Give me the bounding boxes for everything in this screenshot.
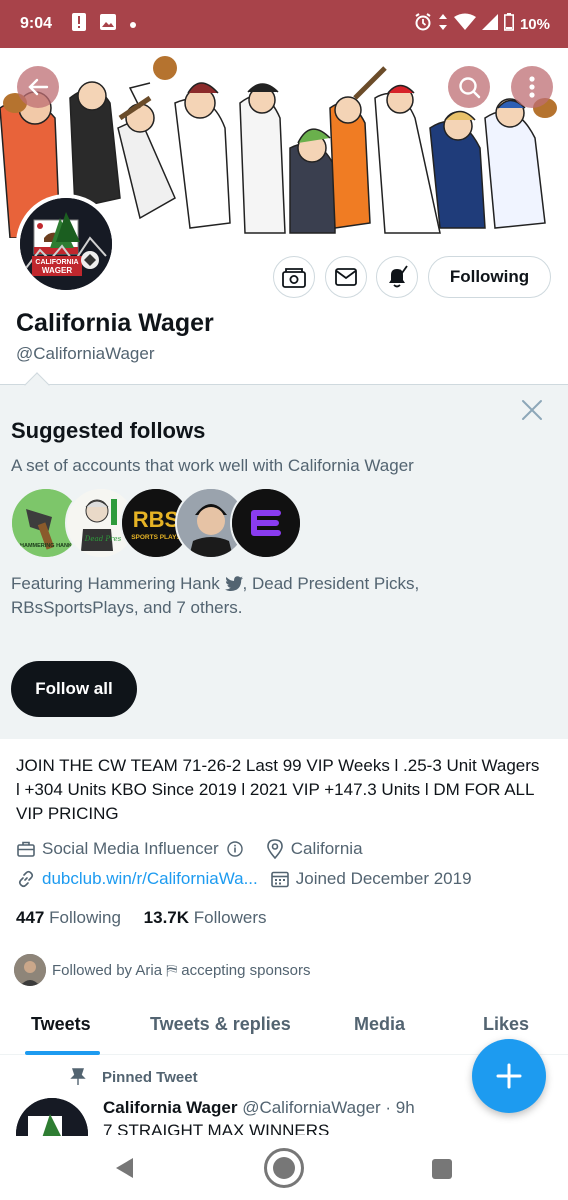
followed-by-text: Followed by Aria ⛿ accepting sponsors [52, 961, 311, 979]
profile-handle: @CaliforniaWager [16, 344, 155, 363]
more-vertical-icon [529, 76, 535, 98]
tweet-text: 7 STRAIGHT MAX WINNERS [103, 1121, 403, 1135]
profile-joined-date: Joined December 2019 [295, 869, 472, 888]
status-right: 10% [414, 13, 550, 35]
pinned-tweet-label: Pinned Tweet [70, 1068, 198, 1086]
pinned-label-text: Pinned Tweet [102, 1068, 198, 1086]
signal-icon [481, 14, 498, 34]
svg-text:SPORTS PLAYS: SPORTS PLAYS [131, 534, 181, 541]
pin-icon [70, 1068, 86, 1085]
image-icon [100, 13, 117, 35]
battery-percent: 10% [519, 15, 550, 33]
compose-tweet-button[interactable] [472, 1039, 546, 1113]
status-bar: 9:04 10% [0, 0, 568, 48]
tip-jar-button[interactable] [273, 256, 315, 298]
data-arrows-icon [438, 13, 448, 35]
status-time: 9:04 [20, 15, 53, 32]
followers-count: 13.7K [143, 908, 190, 927]
follower-avatar [14, 954, 46, 986]
follow-all-button[interactable]: Follow all [11, 661, 137, 717]
arrow-left-icon [28, 78, 49, 96]
more-options-button[interactable] [511, 66, 553, 108]
svg-text:CALIFORNIA: CALIFORNIA [35, 259, 78, 266]
dot-icon [130, 15, 137, 33]
home-circle-icon [273, 1157, 295, 1179]
svg-text:RBS: RBS [133, 507, 179, 532]
tweet-text-content: 7 STRAIGHT MAX WINNERS [103, 1121, 330, 1135]
close-icon [522, 400, 542, 420]
briefcase-icon [16, 839, 36, 859]
search-icon [459, 77, 481, 99]
suggested-featuring: Featuring Hammering Hank , Dead Presiden… [11, 572, 551, 620]
tab-tweets[interactable]: Tweets [31, 1014, 91, 1035]
suggested-subtitle: A set of accounts that work well with Ca… [11, 456, 414, 475]
tweet-header: California Wager @CaliforniaWager · 9h [103, 1098, 415, 1118]
envelope-icon [335, 268, 357, 286]
tweet-handle-time: @CaliforniaWager · 9h [242, 1098, 415, 1117]
alarm-icon [414, 13, 432, 35]
tab-tweets-replies[interactable]: Tweets & replies [150, 1014, 291, 1035]
bell-check-icon [389, 265, 408, 288]
followers-count-link[interactable]: 13.7K Followers [144, 908, 267, 927]
dismiss-suggestions-button[interactable] [520, 398, 544, 422]
svg-text:HAMMERING HANK: HAMMERING HANK [20, 543, 72, 549]
calendar-icon [270, 869, 290, 889]
profile-bio: JOIN THE CW TEAM 71-26-2 Last 99 VIP Wee… [16, 756, 540, 823]
california-wager-logo: CALIFORNIA WAGER [20, 198, 112, 290]
featuring-prefix: Featuring Hammering Hank [11, 574, 220, 593]
profile-website-link[interactable]: dubclub.win/r/CaliforniaWa... [42, 869, 258, 889]
suggested-avatars[interactable]: HAMMERING HANK Dead Pres RBS SPORTS PLAYS [10, 487, 310, 561]
profile-tabs: Tweets Tweets & replies Media Likes [0, 1000, 568, 1055]
system-nav-bar [0, 1136, 568, 1200]
nav-recents-button[interactable] [432, 1159, 452, 1179]
following-count-link[interactable]: 447 Following [16, 908, 121, 927]
nav-back-button[interactable] [114, 1157, 134, 1184]
message-button[interactable] [325, 256, 367, 298]
followed-by-row[interactable]: Followed by Aria ⛿ accepting sponsors [14, 954, 311, 986]
alert-icon [72, 12, 87, 36]
tweet-author-name[interactable]: California Wager [103, 1098, 237, 1117]
svg-text:WAGER: WAGER [42, 266, 72, 275]
avatar-suggested-5[interactable] [230, 487, 302, 559]
following-count: 447 [16, 908, 45, 927]
followers-label: Followers [193, 908, 267, 927]
camera-money-icon [282, 268, 306, 288]
battery-icon [503, 13, 514, 35]
following-button[interactable]: Following [428, 256, 551, 298]
plus-icon [496, 1063, 522, 1089]
tab-likes[interactable]: Likes [483, 1014, 529, 1035]
profile-category: Social Media Influencer [42, 839, 219, 858]
suggested-title: Suggested follows [11, 418, 206, 443]
profile-location: California [290, 839, 363, 858]
search-button[interactable] [448, 66, 490, 108]
wifi-icon [453, 13, 476, 35]
tab-media[interactable]: Media [354, 1014, 405, 1035]
following-label: Following [49, 908, 121, 927]
profile-meta-row-1: Social Media Influencer California [16, 839, 363, 859]
notifications-button[interactable] [376, 256, 418, 298]
location-pin-icon [265, 839, 285, 859]
profile-meta-row-2: dubclub.win/r/CaliforniaWa... Joined Dec… [16, 869, 472, 889]
profile-avatar[interactable]: CALIFORNIA WAGER [16, 194, 116, 294]
triangle-back-icon [116, 1158, 133, 1178]
info-icon[interactable] [225, 839, 245, 859]
twitter-bird-icon [224, 576, 243, 592]
follow-counts: 447 Following 13.7K Followers [16, 908, 267, 928]
active-tab-indicator [25, 1051, 100, 1055]
link-icon [16, 869, 36, 889]
profile-name: California Wager [16, 309, 214, 337]
nav-home-button[interactable] [264, 1148, 304, 1188]
back-button[interactable] [17, 66, 59, 108]
svg-text:Dead Pres: Dead Pres [84, 535, 122, 543]
